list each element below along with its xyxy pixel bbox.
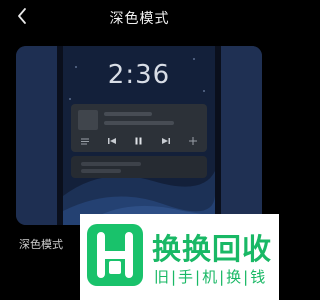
watermark-brand: 换换回收 xyxy=(152,232,273,266)
lockscreen-preview: 2:36 xyxy=(57,46,221,225)
dark-mode-setting-label[interactable]: 深色模式 xyxy=(19,236,63,252)
notification-line-placeholder xyxy=(81,169,121,173)
pause-icon xyxy=(132,135,146,147)
watermark-tagline: 旧|手|机|换|钱 xyxy=(154,268,268,286)
brand-logo-icon xyxy=(87,224,143,286)
page-title: 深色模式 xyxy=(109,11,170,27)
music-controls xyxy=(71,135,207,147)
next-icon xyxy=(159,135,173,147)
song-title-placeholder xyxy=(104,112,152,116)
dark-mode-preview: 2:36 xyxy=(16,46,262,225)
previous-icon xyxy=(105,135,119,147)
notification-line-placeholder xyxy=(81,162,141,166)
watermark: 换换回收 旧|手|机|换|钱 xyxy=(80,214,279,300)
music-notification-card xyxy=(71,104,207,152)
list-icon xyxy=(78,135,92,147)
lockscreen-clock: 2:36 xyxy=(107,60,171,90)
preview-background-left xyxy=(16,46,62,225)
artist-placeholder xyxy=(104,121,174,125)
top-bar: 深色模式 xyxy=(0,0,279,36)
album-art-placeholder xyxy=(78,110,98,130)
notification-card xyxy=(71,156,207,178)
plus-icon xyxy=(186,135,200,147)
